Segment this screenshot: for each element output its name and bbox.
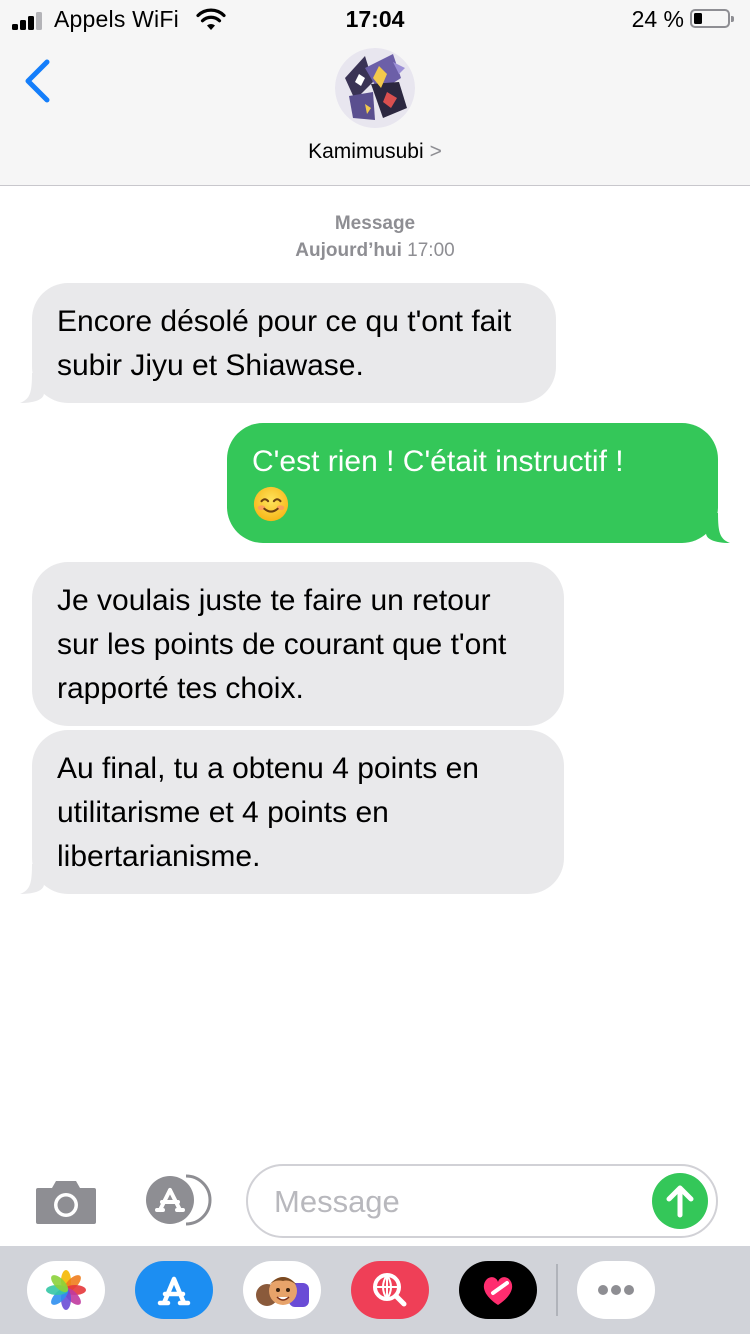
bubble-tail [20, 864, 44, 894]
app-store-button-icon[interactable] [140, 1174, 214, 1226]
message-text: Encore désolé pour ce qu t'ont fait subi… [57, 305, 512, 382]
arrow-up-icon [666, 1185, 694, 1218]
contact-avatar[interactable] [335, 48, 415, 128]
digital-touch-app-icon[interactable] [459, 1261, 537, 1319]
status-bar: Appels WiFi 17:04 24 % [0, 0, 750, 40]
message-text: C'est rien ! C'était instructif ! [252, 445, 624, 478]
web-search-app-icon[interactable] [351, 1261, 429, 1319]
timestamp-day: Aujourd’hui [295, 240, 402, 261]
app-drawer [0, 1246, 750, 1334]
conversation-timestamp: Aujourd’hui 17:00 [0, 240, 750, 262]
contact-name-button[interactable]: Kamimusubi > [0, 140, 750, 164]
contact-name: Kamimusubi [308, 140, 424, 163]
bubble-tail [20, 373, 44, 403]
message-text: Au final, tu a obtenu 4 points en utilit… [57, 752, 479, 873]
more-apps-icon[interactable] [577, 1261, 655, 1319]
message-input[interactable] [272, 1166, 636, 1238]
battery-percentage: 24 % [631, 6, 684, 32]
timestamp-time: 17:00 [407, 240, 455, 261]
message-bubble-sent[interactable]: C'est rien ! C'était instructif ! [227, 423, 730, 543]
message-bubble-received[interactable]: Je voulais juste te faire un retour sur … [32, 562, 564, 726]
avatar-artwork-icon [335, 48, 415, 128]
message-text: Je voulais juste te faire un retour sur … [57, 584, 507, 705]
message-composer [0, 1150, 750, 1246]
back-chevron-icon[interactable] [20, 58, 56, 104]
app-store-app-icon[interactable] [135, 1261, 213, 1319]
message-field[interactable] [246, 1164, 718, 1238]
message-bubble-received[interactable]: Au final, tu a obtenu 4 points en utilit… [20, 730, 564, 894]
bubble-tail [706, 513, 730, 543]
camera-icon[interactable] [34, 1178, 98, 1226]
smiling-face-icon [253, 486, 289, 522]
drawer-divider [556, 1264, 558, 1316]
chevron-right-icon: > [429, 140, 442, 163]
battery-icon [690, 9, 734, 28]
photos-app-icon[interactable] [27, 1261, 105, 1319]
memoji-app-icon[interactable] [243, 1261, 321, 1319]
message-bubble-received[interactable]: Encore désolé pour ce qu t'ont fait subi… [20, 283, 556, 403]
send-button[interactable] [652, 1173, 708, 1229]
service-label: Message [334, 213, 416, 234]
